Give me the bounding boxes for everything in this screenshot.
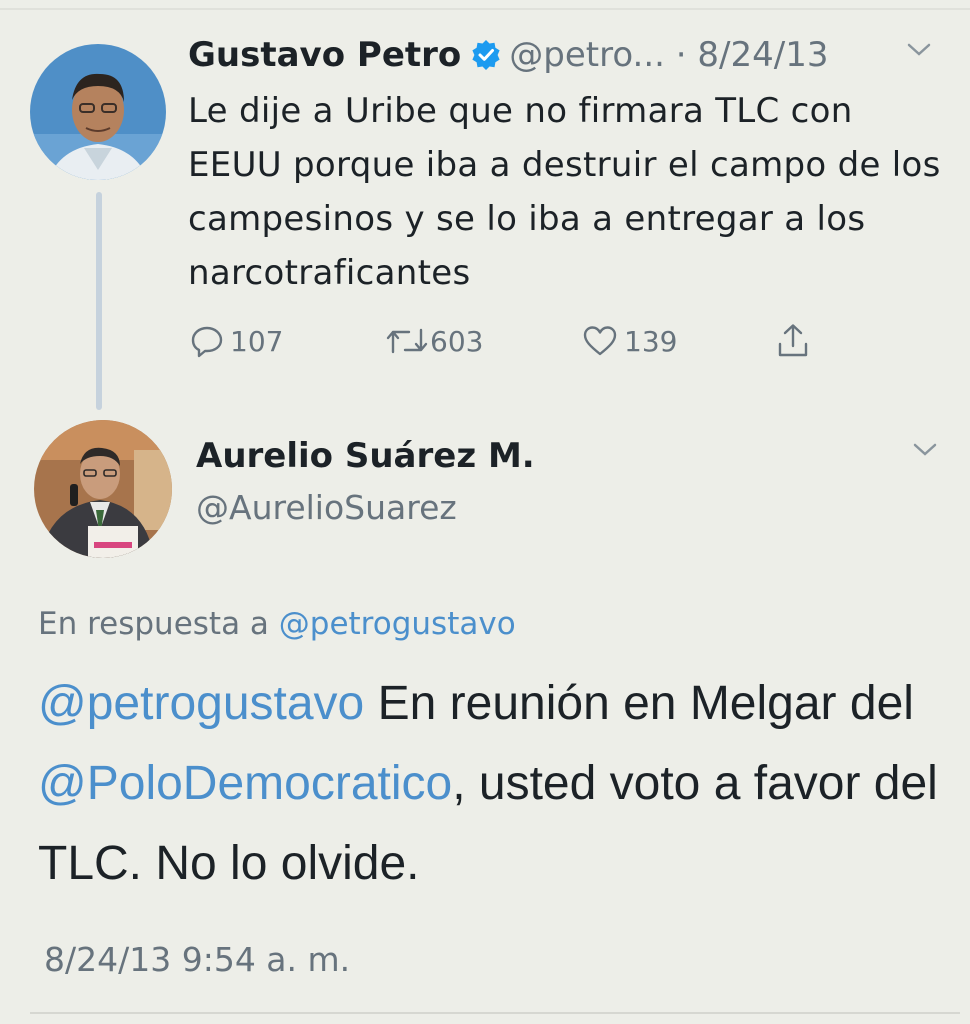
- tweet2-author-handle[interactable]: @AurelioSuarez: [196, 488, 457, 527]
- chevron-down-icon[interactable]: [912, 442, 938, 458]
- like-count: 139: [624, 324, 678, 358]
- share-button[interactable]: [776, 318, 810, 364]
- tweet1-action-bar: 107 603 139: [190, 318, 830, 364]
- tweet2-text-part1: En reunión en Melgar del: [364, 677, 914, 730]
- mention-link-polodemocratico[interactable]: @PoloDemocratico: [38, 757, 452, 810]
- reply-button[interactable]: 107: [190, 318, 283, 364]
- chevron-down-icon[interactable]: [906, 42, 932, 58]
- reply-context: En respuesta a @petrogustavo: [38, 606, 516, 642]
- avatar-gustavo-petro[interactable]: [30, 44, 166, 180]
- retweet-count: 603: [430, 324, 484, 358]
- verified-badge-icon: [471, 40, 501, 70]
- tweet-thread-screenshot: Gustavo Petro @petro... · 8/24/13 Le dij…: [0, 0, 970, 1024]
- share-icon: [776, 322, 810, 360]
- tweet1-header: Gustavo Petro @petro... · 8/24/13: [188, 30, 828, 80]
- tweet2-timestamp[interactable]: 8/24/13 9:54 a. m.: [44, 940, 350, 979]
- tweet1-text: Le dije a Uribe que no firmara TLC con E…: [188, 91, 941, 293]
- tweet1-separator: ·: [664, 35, 698, 75]
- divider: [30, 1012, 960, 1014]
- avatar-aurelio-suarez[interactable]: [34, 420, 172, 558]
- reply-target-link[interactable]: @petrogustavo: [279, 606, 516, 642]
- divider: [0, 8, 970, 10]
- reply-icon: [190, 324, 224, 358]
- like-button[interactable]: 139: [582, 318, 677, 364]
- tweet1-date[interactable]: 8/24/13: [697, 35, 828, 75]
- like-icon: [582, 324, 618, 358]
- retweet-icon: [384, 324, 430, 358]
- mention-link-petrogustavo[interactable]: @petrogustavo: [38, 677, 364, 730]
- reply-context-label: En respuesta a: [38, 606, 279, 642]
- retweet-button[interactable]: 603: [384, 318, 483, 364]
- reply-count: 107: [230, 324, 284, 358]
- tweet1-author-name[interactable]: Gustavo Petro: [188, 35, 461, 75]
- tweet2-author-name[interactable]: Aurelio Suárez M.: [196, 436, 535, 476]
- tweet1-author-handle[interactable]: @petro...: [509, 35, 665, 75]
- thread-connector-line: [96, 192, 102, 410]
- tweet2-text: @petrogustavo En reunión en Melgar del @…: [38, 664, 958, 904]
